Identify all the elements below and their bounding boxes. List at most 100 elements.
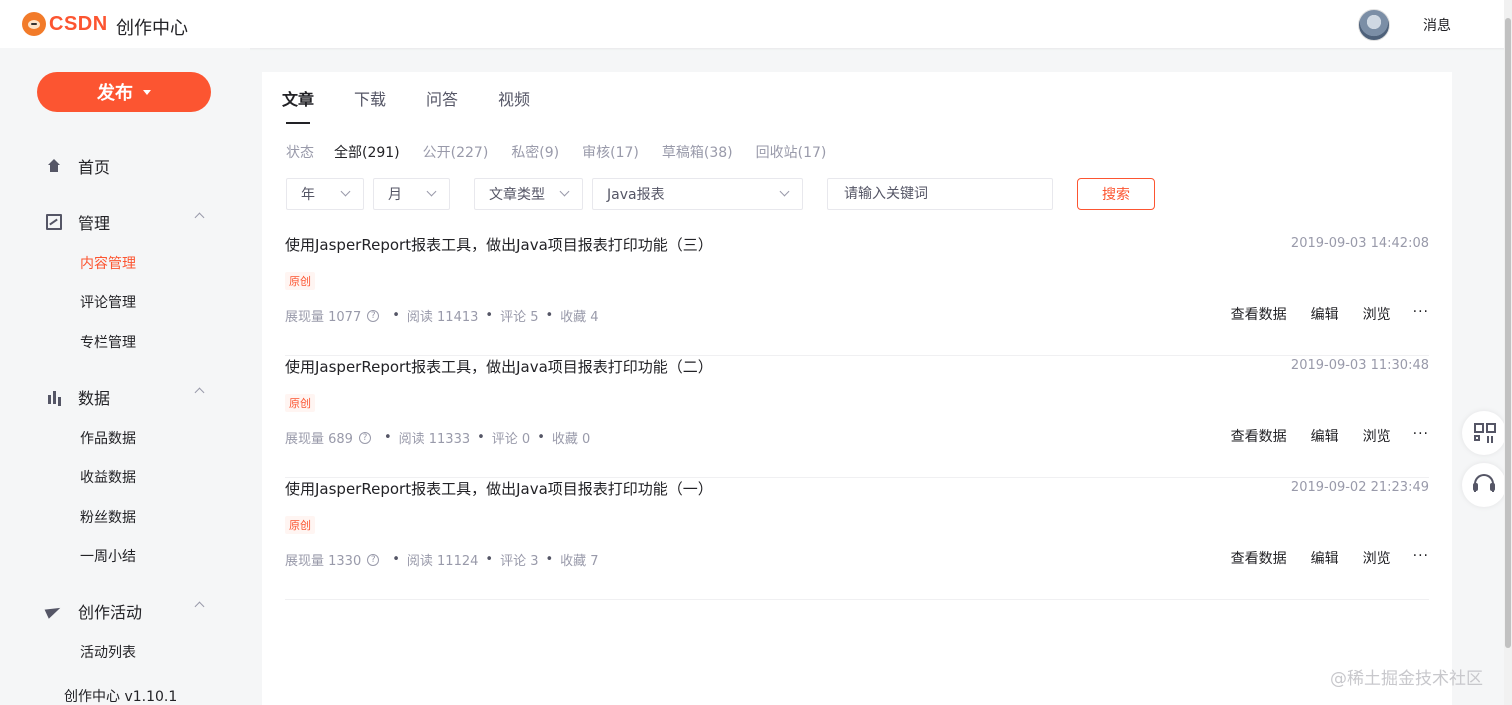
- year-select[interactable]: 年: [286, 178, 364, 210]
- view-data-button[interactable]: 查看数据: [1231, 426, 1287, 446]
- sidebar-item-label: 管理: [78, 214, 111, 233]
- sidebar-group-activity[interactable]: 创作活动: [46, 599, 205, 623]
- article-title[interactable]: 使用JasperReport报表工具，做出Java项目报表打印功能（一）: [285, 478, 713, 499]
- qr-code-icon: [1474, 423, 1496, 443]
- year-select-value: 年: [301, 187, 315, 203]
- csdn-logo[interactable]: CSDN: [22, 12, 108, 36]
- view-data-button[interactable]: 查看数据: [1231, 548, 1287, 568]
- column-select[interactable]: Java报表: [592, 178, 803, 210]
- sidebar-item-label: 创作活动: [78, 603, 143, 622]
- reads: 阅读 11413: [406, 310, 479, 325]
- browse-button[interactable]: 浏览: [1363, 548, 1391, 568]
- qr-code-button[interactable]: [1462, 411, 1506, 455]
- sidebar-item-works-data[interactable]: 作品数据: [80, 428, 136, 448]
- content-tabs: 文章 下载 问答 视频: [282, 86, 570, 124]
- sidebar-item-comment-manage[interactable]: 评论管理: [80, 292, 136, 312]
- impressions: 展现量 1077: [285, 310, 362, 325]
- customer-service-button[interactable]: [1462, 463, 1506, 507]
- sidebar-item-home[interactable]: 首页: [46, 154, 110, 178]
- tab-videos[interactable]: 视频: [498, 86, 530, 124]
- column-select-value: Java报表: [607, 187, 665, 203]
- view-data-button[interactable]: 查看数据: [1231, 304, 1287, 324]
- chevron-down-icon: [340, 186, 351, 197]
- messages-link[interactable]: 消息: [1423, 15, 1451, 35]
- version-label: 创作中心 v1.10.1: [64, 689, 178, 705]
- status-label: 状态: [286, 145, 314, 161]
- sidebar-item-label: 数据: [78, 389, 111, 408]
- avatar[interactable]: [1358, 9, 1390, 41]
- favorites: 收藏 4: [560, 310, 599, 325]
- sidebar-item-activity-list[interactable]: 活动列表: [80, 642, 136, 662]
- content-panel: 文章 下载 问答 视频 状态 全部(291) 公开(227) 私密(9) 审核(…: [262, 72, 1452, 705]
- reads: 阅读 11333: [398, 432, 471, 447]
- keyword-search-input[interactable]: [827, 178, 1053, 210]
- sidebar: 发布 首页 管理 内容管理 评论管理 专栏管理 数据 作品数据 收益数据 粉丝数…: [0, 48, 250, 705]
- home-icon: [46, 158, 62, 174]
- question-icon[interactable]: ?: [367, 309, 380, 322]
- tab-downloads[interactable]: 下载: [354, 86, 386, 124]
- article-stats: 展现量 1077 ? • 阅读 11413 • 评论 5 • 收藏 4: [285, 306, 599, 325]
- chevron-down-icon: [559, 186, 570, 197]
- status-public[interactable]: 公开(227): [423, 142, 489, 162]
- separator-dot: •: [477, 430, 485, 445]
- status-review[interactable]: 审核(17): [582, 142, 639, 162]
- sidebar-item-fans-data[interactable]: 粉丝数据: [80, 507, 136, 527]
- status-private[interactable]: 私密(9): [511, 142, 559, 162]
- more-icon[interactable]: ···: [1413, 304, 1429, 324]
- scrollbar-thumb[interactable]: [1505, 18, 1511, 648]
- comments: 评论 3: [500, 554, 539, 569]
- edit-button[interactable]: 编辑: [1311, 304, 1339, 324]
- separator-dot: •: [485, 552, 494, 567]
- question-icon[interactable]: ?: [358, 431, 371, 444]
- tab-articles[interactable]: 文章: [282, 86, 314, 124]
- tab-qa[interactable]: 问答: [426, 86, 458, 124]
- sidebar-item-column-manage[interactable]: 专栏管理: [80, 332, 136, 352]
- favorites: 收藏 0: [551, 432, 591, 447]
- edit-button[interactable]: 编辑: [1311, 426, 1339, 446]
- chevron-up-icon: [194, 601, 205, 612]
- comments: 评论 0: [491, 432, 531, 447]
- status-all[interactable]: 全部(291): [334, 142, 400, 162]
- status-trash[interactable]: 回收站(17): [756, 142, 827, 162]
- question-icon[interactable]: ?: [367, 553, 380, 566]
- chevron-down-icon: [426, 186, 437, 197]
- app-title: 创作中心: [116, 18, 188, 39]
- more-icon[interactable]: ···: [1413, 426, 1429, 446]
- bar-chart-icon: [46, 389, 62, 405]
- article-title[interactable]: 使用JasperReport报表工具，做出Java项目报表打印功能（三）: [285, 234, 713, 255]
- edit-button[interactable]: 编辑: [1311, 548, 1339, 568]
- article-row: 使用JasperReport报表工具，做出Java项目报表打印功能（三） 201…: [285, 234, 1429, 356]
- qr-code-dots: [1487, 436, 1494, 443]
- chevron-down-icon: [779, 186, 790, 197]
- article-type-select[interactable]: 文章类型: [474, 178, 583, 210]
- month-select[interactable]: 月: [373, 178, 450, 210]
- status-filter: 状态 全部(291) 公开(227) 私密(9) 审核(17) 草稿箱(38) …: [286, 142, 849, 162]
- status-drafts[interactable]: 草稿箱(38): [662, 142, 733, 162]
- sidebar-group-manage[interactable]: 管理: [46, 210, 205, 234]
- sidebar-item-income-data[interactable]: 收益数据: [80, 467, 136, 487]
- article-time: 2019-09-03 14:42:08: [1290, 236, 1429, 251]
- publish-button[interactable]: 发布: [37, 72, 211, 112]
- reads: 阅读 11124: [406, 554, 479, 569]
- separator-dot: •: [545, 552, 554, 567]
- browse-button[interactable]: 浏览: [1363, 426, 1391, 446]
- sidebar-item-weekly-summary[interactable]: 一周小结: [80, 546, 136, 566]
- month-select-value: 月: [388, 187, 402, 203]
- more-icon[interactable]: ···: [1413, 548, 1429, 568]
- article-row: 使用JasperReport报表工具，做出Java项目报表打印功能（二） 201…: [285, 356, 1429, 478]
- watermark: @稀土掘金技术社区: [1330, 669, 1483, 689]
- article-title[interactable]: 使用JasperReport报表工具，做出Java项目报表打印功能（二）: [285, 356, 713, 377]
- monkey-logo-icon: [22, 12, 46, 36]
- article-actions: 查看数据 编辑 浏览 ···: [1207, 426, 1429, 446]
- separator-dot: •: [537, 430, 545, 445]
- top-header: CSDN 创作中心 消息: [0, 0, 1512, 48]
- sidebar-group-data[interactable]: 数据: [46, 385, 205, 409]
- separator-dot: •: [485, 308, 494, 323]
- paper-plane-icon: [46, 603, 62, 619]
- browse-button[interactable]: 浏览: [1363, 304, 1391, 324]
- article-actions: 查看数据 编辑 浏览 ···: [1207, 548, 1429, 568]
- chart-line-icon: [46, 214, 62, 230]
- search-button[interactable]: 搜索: [1077, 178, 1155, 210]
- sidebar-item-content-manage[interactable]: 内容管理: [80, 253, 136, 273]
- article-type-value: 文章类型: [489, 187, 545, 203]
